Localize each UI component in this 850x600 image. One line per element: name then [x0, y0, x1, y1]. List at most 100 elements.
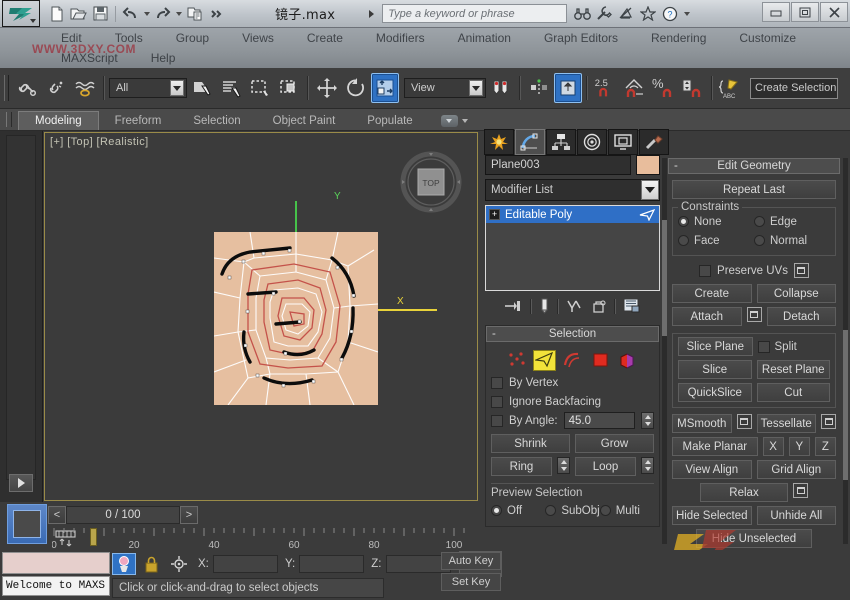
tessellate-settings-button[interactable]	[821, 414, 836, 429]
repeat-last-button[interactable]: Repeat Last	[672, 180, 836, 199]
save-file-button[interactable]	[90, 3, 111, 24]
menu-item-edit[interactable]: Edit	[57, 29, 86, 47]
relax-button[interactable]: Relax	[700, 483, 788, 502]
object-color-swatch[interactable]	[636, 155, 660, 175]
pin-stack-button[interactable]	[504, 299, 523, 313]
wrench-icon[interactable]	[594, 4, 614, 24]
ring-spinner[interactable]	[557, 457, 570, 474]
menu-item-tools[interactable]: Tools	[111, 29, 147, 47]
loop-spinner[interactable]	[641, 457, 654, 474]
coord-x-field[interactable]	[213, 555, 278, 573]
coord-y-field[interactable]	[299, 555, 364, 573]
set-key-button[interactable]: Set Key	[441, 573, 501, 591]
quickslice-button[interactable]: QuickSlice	[678, 383, 752, 402]
percent-snap-toggle-button[interactable]: %	[650, 73, 678, 103]
preview-subobj-radio[interactable]: SubObj	[545, 501, 599, 520]
rectangular-selection-region-button[interactable]	[246, 73, 274, 103]
menu-item-help[interactable]: Help	[147, 49, 180, 67]
by-angle-row[interactable]: By Angle: 45.0	[491, 411, 654, 430]
viewport-label[interactable]: [+] [Top] [Realistic]	[50, 136, 149, 148]
preview-multi-radio[interactable]: Multi	[600, 501, 654, 520]
plane003-object[interactable]	[214, 232, 378, 405]
utilities-tab[interactable]	[639, 129, 669, 155]
unlink-selection-button[interactable]	[42, 73, 70, 103]
align-button[interactable]	[554, 73, 582, 103]
by-angle-checkbox[interactable]	[491, 415, 503, 427]
ribbon-tab-object-paint[interactable]: Object Paint	[257, 112, 352, 130]
make-planar-button[interactable]: Make Planar	[672, 437, 758, 456]
ring-button[interactable]: Ring	[491, 457, 552, 476]
edit-geometry-rollout-header[interactable]: - Edit Geometry	[668, 158, 840, 174]
modifier-list-dropdown[interactable]: Modifier List	[485, 179, 660, 201]
motion-tab[interactable]	[577, 129, 607, 155]
maximize-button[interactable]	[791, 2, 819, 22]
named-selection-sets-field[interactable]: Create Selection S	[750, 78, 838, 99]
redo-button[interactable]	[152, 3, 173, 24]
menu-item-graph-editors[interactable]: Graph Editors	[540, 29, 622, 47]
hide-selected-button[interactable]: Hide Selected	[672, 506, 752, 525]
selection-lock-toggle-button[interactable]	[140, 553, 164, 575]
by-angle-spinner[interactable]	[641, 412, 654, 429]
mirror-button[interactable]	[525, 73, 553, 103]
redo-dropdown-icon[interactable]	[174, 3, 183, 24]
maxscript-output-row[interactable]: Welcome to MAXS	[2, 576, 110, 596]
constraint-face-radio[interactable]: Face	[678, 231, 754, 250]
application-menu-button[interactable]	[2, 0, 40, 27]
constraint-edge-radio[interactable]: Edge	[754, 212, 830, 231]
current-frame-display[interactable]: 0 / 100	[66, 506, 180, 524]
split-row[interactable]: Split	[758, 337, 831, 356]
viewport-top[interactable]: [+] [Top] [Realistic] Y X	[44, 132, 478, 501]
shrink-button[interactable]: Shrink	[491, 434, 570, 453]
selection-lock-status-icon[interactable]	[112, 553, 136, 575]
menu-item-rendering[interactable]: Rendering	[647, 29, 710, 47]
binoculars-icon[interactable]	[572, 4, 592, 24]
unhide-all-button[interactable]: Unhide All	[757, 506, 837, 525]
new-file-button[interactable]	[46, 3, 67, 24]
show-end-result-button[interactable]	[539, 298, 550, 314]
viewport-thumbnail[interactable]	[7, 504, 47, 544]
rollout-collapse-icon[interactable]: -	[674, 160, 678, 172]
star-icon[interactable]	[638, 4, 658, 24]
expand-modifier-icon[interactable]: +	[489, 209, 500, 220]
attach-button[interactable]: Attach	[672, 307, 742, 326]
preserve-uvs-checkbox[interactable]	[699, 265, 711, 277]
select-and-link-button[interactable]	[13, 73, 41, 103]
menu-item-maxscript[interactable]: MAXScript	[57, 49, 122, 67]
dish-icon[interactable]	[616, 4, 636, 24]
constraint-none-radio[interactable]: None	[678, 212, 754, 231]
menu-item-create[interactable]: Create	[303, 29, 347, 47]
slice-button[interactable]: Slice	[678, 360, 752, 379]
undo-button[interactable]	[120, 3, 141, 24]
modifier-stack[interactable]: + Editable Poly	[485, 205, 660, 291]
previous-frame-button[interactable]: <	[48, 506, 66, 524]
display-tab[interactable]	[608, 129, 638, 155]
menu-item-animation[interactable]: Animation	[454, 29, 515, 47]
loop-button[interactable]: Loop	[575, 457, 636, 476]
ribbon-tab-freeform[interactable]: Freeform	[99, 112, 178, 130]
preserve-uvs-row[interactable]: Preserve UVs	[672, 261, 836, 280]
select-object-button[interactable]	[188, 73, 216, 103]
help-icon[interactable]: ?	[660, 4, 680, 24]
ribbon-tab-modeling[interactable]: Modeling	[18, 111, 99, 130]
time-ruler[interactable]: 0 20 40 60 80 100	[52, 528, 472, 550]
ignore-backfacing-row[interactable]: Ignore Backfacing	[491, 392, 654, 411]
relax-settings-button[interactable]	[793, 483, 808, 498]
create-tab[interactable]	[484, 129, 514, 155]
edit-named-selection-sets-button[interactable]: ABC	[717, 73, 745, 103]
ribbon-tab-selection[interactable]: Selection	[177, 112, 256, 130]
menu-item-views[interactable]: Views	[238, 29, 278, 47]
next-frame-button[interactable]: >	[180, 506, 198, 524]
title-dropdown-icon[interactable]	[369, 10, 374, 18]
select-and-scale-button[interactable]	[371, 73, 399, 103]
ribbon-grip[interactable]	[6, 112, 12, 127]
grid-align-button[interactable]: Grid Align	[757, 460, 837, 479]
selection-filter-dropdown[interactable]: All	[109, 78, 187, 98]
command-panel-scrollbar-left[interactable]	[662, 158, 667, 544]
selection-rollout-header[interactable]: - Selection	[486, 326, 659, 342]
qat-more-button[interactable]	[206, 3, 227, 24]
split-checkbox[interactable]	[758, 341, 770, 353]
absolute-relative-toggle-button[interactable]	[167, 553, 191, 575]
menu-item-modifiers[interactable]: Modifiers	[372, 29, 429, 47]
msmooth-button[interactable]: MSmooth	[672, 414, 732, 433]
remove-modifier-button[interactable]	[591, 299, 607, 314]
